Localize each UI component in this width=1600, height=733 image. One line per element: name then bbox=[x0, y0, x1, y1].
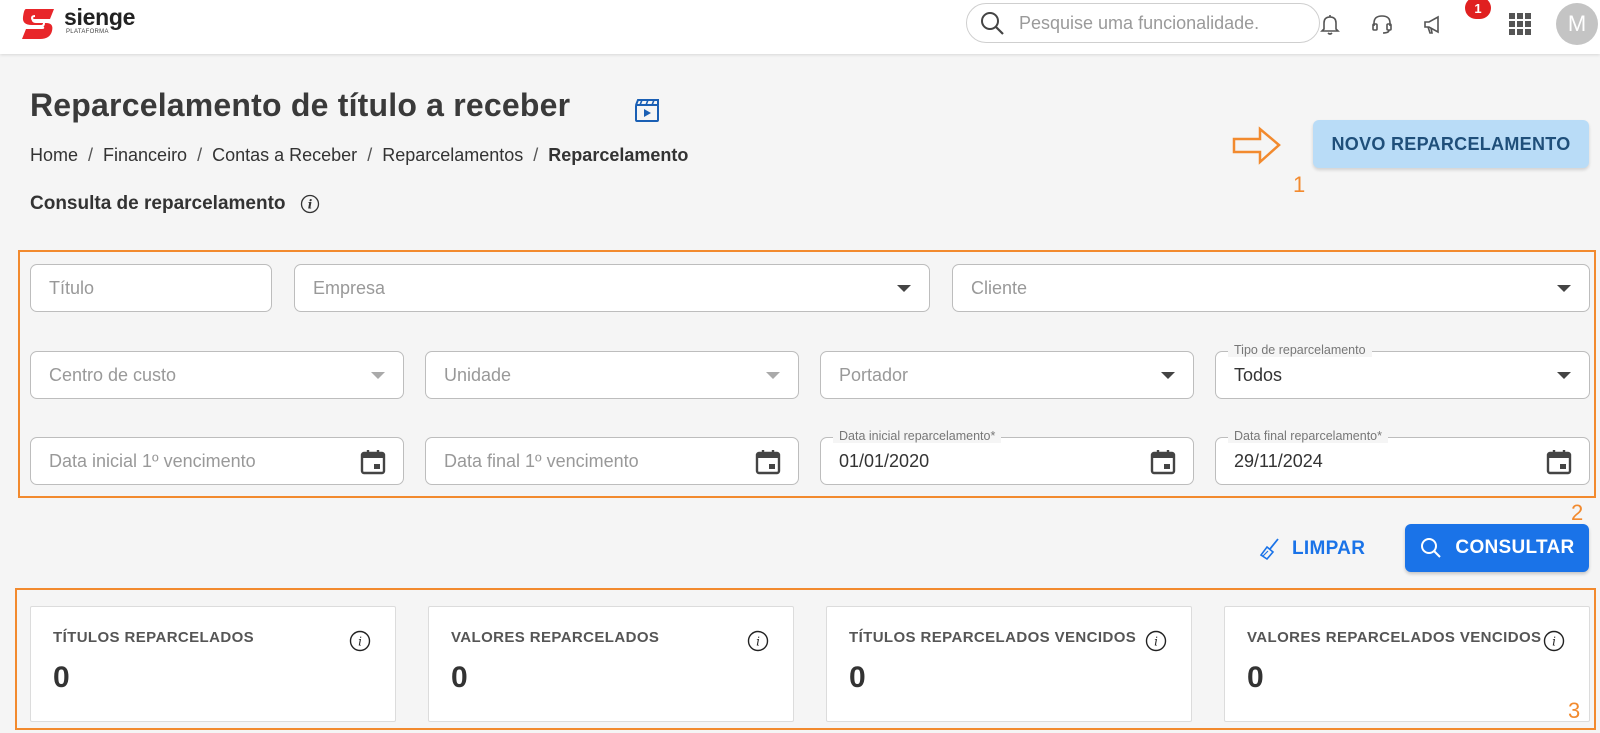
annotation-2: 2 bbox=[1571, 500, 1584, 525]
data-inicial-reparcelamento-field[interactable]: Data inicial reparcelamento* 01/01/2020 bbox=[820, 429, 1194, 485]
broom-icon bbox=[1259, 538, 1279, 561]
unidade-placeholder: Unidade bbox=[444, 364, 512, 385]
video-tutorial-icon[interactable] bbox=[634, 97, 660, 123]
headset-support-icon[interactable] bbox=[1368, 10, 1396, 38]
data-inicial-reparcelamento-label: Data inicial reparcelamento* bbox=[833, 429, 1002, 443]
breadcrumb-reparcelamentos[interactable]: Reparcelamentos bbox=[382, 145, 523, 166]
clear-button-label: LIMPAR bbox=[1292, 538, 1366, 559]
notification-badge: 1 bbox=[1465, 0, 1491, 19]
card-value: 0 bbox=[849, 661, 866, 694]
titulo-field[interactable]: Título bbox=[30, 264, 272, 312]
empresa-select[interactable]: Empresa bbox=[294, 264, 930, 312]
annotation-arrow-icon bbox=[1232, 126, 1281, 165]
info-icon[interactable]: i bbox=[349, 630, 371, 652]
svg-text:i: i bbox=[1552, 635, 1556, 649]
breadcrumb-current: Reparcelamento bbox=[548, 145, 689, 165]
chevron-down-icon bbox=[897, 285, 911, 292]
card-titulos-reparcelados-vencidos: TÍTULOS REPARCELADOS VENCIDOS 0 i bbox=[826, 606, 1192, 722]
tipo-reparcelamento-select[interactable]: Tipo de reparcelamento Todos bbox=[1215, 343, 1590, 399]
data-inicial-reparcelamento-value: 01/01/2020 bbox=[839, 450, 930, 471]
centro-custo-placeholder: Centro de custo bbox=[49, 364, 177, 385]
portador-placeholder: Portador bbox=[839, 364, 909, 385]
data-final-reparcelamento-value: 29/11/2024 bbox=[1234, 450, 1323, 471]
notifications-bell-icon[interactable] bbox=[1316, 10, 1344, 38]
tipo-reparcelamento-label: Tipo de reparcelamento bbox=[1228, 343, 1372, 357]
data-inicial-vencimento-field[interactable]: Data inicial 1º vencimento bbox=[30, 437, 404, 485]
centro-custo-select[interactable]: Centro de custo bbox=[30, 351, 404, 399]
svg-text:i: i bbox=[307, 198, 312, 212]
card-valores-reparcelados-vencidos: VALORES REPARCELADOS VENCIDOS 0 i bbox=[1224, 606, 1590, 722]
new-reparcelamento-button[interactable]: NOVO REPARCELAMENTO bbox=[1313, 120, 1589, 168]
search-icon bbox=[981, 12, 1004, 35]
cliente-select[interactable]: Cliente bbox=[952, 264, 1590, 312]
consultar-button[interactable]: CONSULTAR bbox=[1405, 524, 1589, 572]
user-avatar[interactable]: M bbox=[1556, 3, 1598, 45]
breadcrumb: Home / Financeiro / Contas a Receber / Repa… bbox=[30, 145, 689, 166]
card-label: VALORES REPARCELADOS VENCIDOS bbox=[1247, 629, 1542, 646]
portador-select[interactable]: Portador bbox=[820, 351, 1194, 399]
breadcrumb-home[interactable]: Home bbox=[30, 145, 78, 166]
calendar-icon[interactable] bbox=[1545, 448, 1573, 476]
info-icon[interactable]: i bbox=[1145, 630, 1167, 652]
card-label: TÍTULOS REPARCELADOS bbox=[53, 629, 255, 646]
card-label: VALORES REPARCELADOS bbox=[451, 629, 660, 646]
card-value: 0 bbox=[451, 661, 468, 694]
card-valores-reparcelados: VALORES REPARCELADOS 0 i bbox=[428, 606, 794, 722]
info-icon[interactable]: i bbox=[747, 630, 769, 652]
megaphone-icon[interactable] bbox=[1420, 10, 1448, 38]
logo-name: sienge bbox=[64, 4, 136, 30]
search-input[interactable] bbox=[1019, 12, 1299, 34]
chevron-down-icon bbox=[1557, 372, 1571, 379]
svg-text:i: i bbox=[358, 635, 362, 649]
data-final-reparcelamento-field[interactable]: Data final reparcelamento* 29/11/2024 bbox=[1215, 429, 1590, 485]
chevron-down-icon bbox=[766, 372, 780, 379]
data-final-vencimento-field[interactable]: Data final 1º vencimento bbox=[425, 437, 799, 485]
card-value: 0 bbox=[53, 661, 70, 694]
logo-subtitle: PLATAFORMA bbox=[66, 29, 109, 35]
cliente-placeholder: Cliente bbox=[971, 277, 1028, 298]
annotation-3: 3 bbox=[1568, 698, 1581, 723]
consultar-button-label: CONSULTAR bbox=[1455, 537, 1575, 558]
unidade-select[interactable]: Unidade bbox=[425, 351, 799, 399]
chevron-down-icon bbox=[371, 372, 385, 379]
chevron-down-icon bbox=[1557, 285, 1571, 292]
card-titulos-reparcelados: TÍTULOS REPARCELADOS 0 i bbox=[30, 606, 396, 722]
svg-text:i: i bbox=[756, 635, 760, 649]
sienge-logo-icon bbox=[22, 9, 54, 39]
search-box[interactable] bbox=[966, 3, 1320, 43]
page-title: Reparcelamento de título a receber bbox=[30, 87, 571, 123]
card-label: TÍTULOS REPARCELADOS VENCIDOS bbox=[849, 629, 1137, 646]
data-final-vencimento-placeholder: Data final 1º vencimento bbox=[444, 450, 639, 471]
calendar-icon[interactable] bbox=[359, 448, 387, 476]
data-final-reparcelamento-label: Data final reparcelamento* bbox=[1228, 429, 1388, 443]
breadcrumb-contas-receber[interactable]: Contas a Receber bbox=[212, 145, 357, 166]
breadcrumb-financeiro[interactable]: Financeiro bbox=[103, 145, 187, 166]
chevron-down-icon bbox=[1161, 372, 1175, 379]
top-bar: sienge PLATAFORMA 1 M bbox=[0, 0, 1600, 54]
data-inicial-vencimento-placeholder: Data inicial 1º vencimento bbox=[49, 450, 256, 471]
svg-text:i: i bbox=[1154, 635, 1158, 649]
apps-grid-icon[interactable] bbox=[1506, 10, 1534, 38]
calendar-icon[interactable] bbox=[1149, 448, 1177, 476]
card-value: 0 bbox=[1247, 661, 1264, 694]
info-icon[interactable]: i bbox=[300, 194, 320, 214]
section-subtitle: Consulta de reparcelamento i bbox=[30, 193, 320, 215]
annotation-1: 1 bbox=[1293, 172, 1306, 197]
calendar-icon[interactable] bbox=[754, 448, 782, 476]
sienge-logo[interactable]: sienge PLATAFORMA bbox=[20, 5, 135, 45]
titulo-placeholder: Título bbox=[49, 277, 95, 298]
empresa-placeholder: Empresa bbox=[313, 277, 386, 298]
tipo-reparcelamento-value: Todos bbox=[1234, 364, 1283, 385]
subtitle-text: Consulta de reparcelamento bbox=[30, 193, 286, 214]
clear-button[interactable]: LIMPAR bbox=[1258, 537, 1365, 561]
search-icon bbox=[1421, 538, 1442, 558]
info-icon[interactable]: i bbox=[1543, 630, 1565, 652]
